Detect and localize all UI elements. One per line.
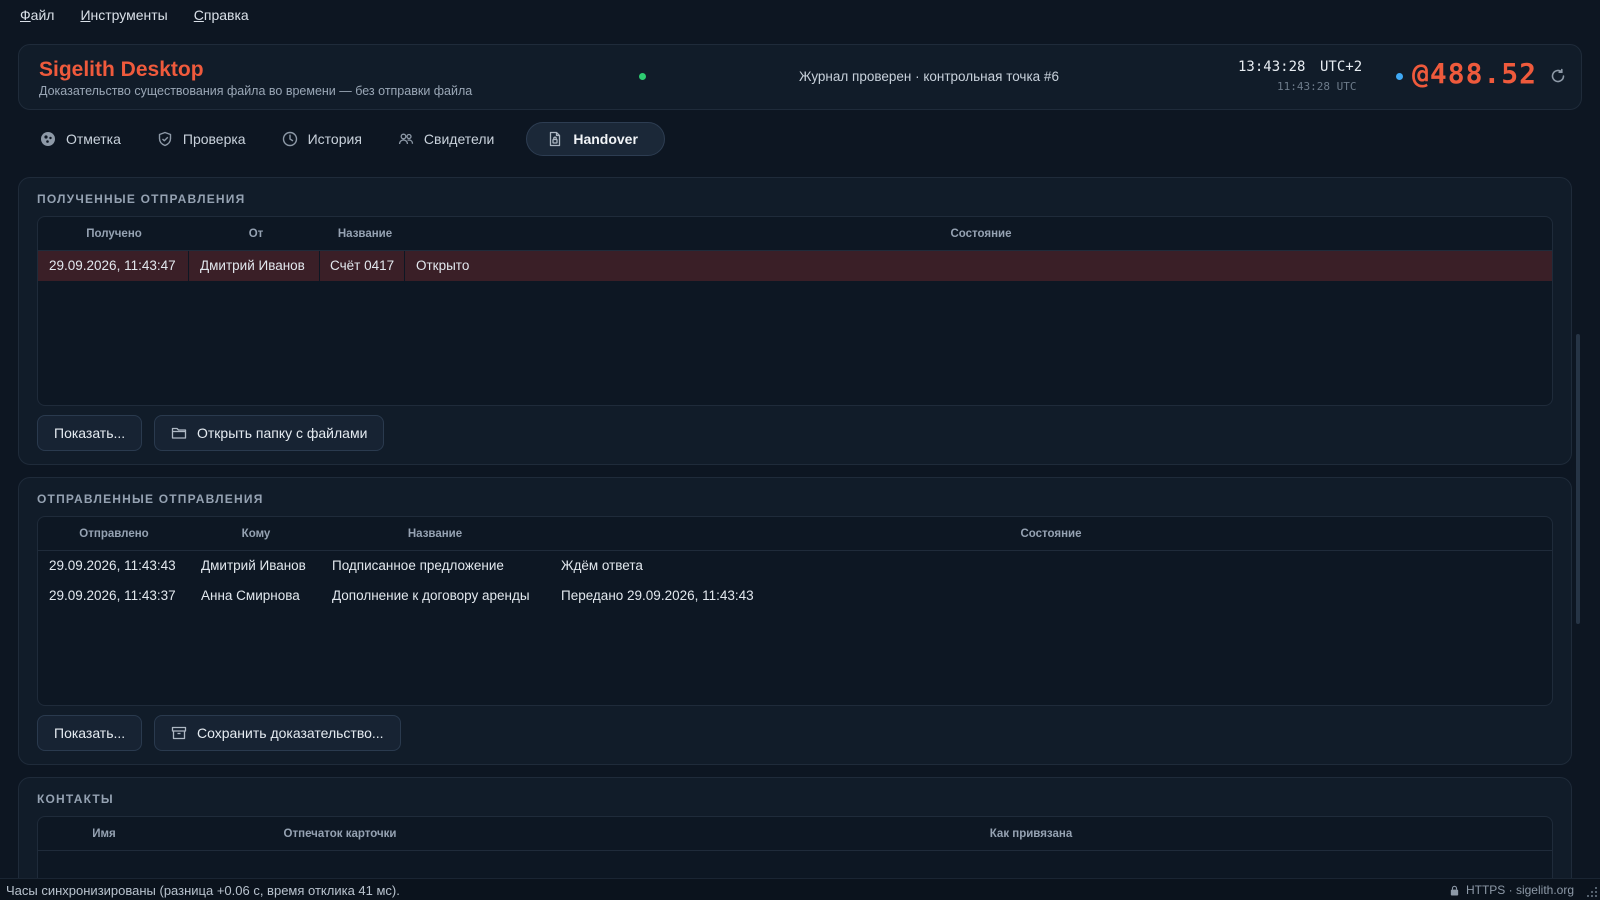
tab-verify[interactable]: Проверка — [153, 122, 262, 156]
cell-state: Открыто — [416, 258, 470, 273]
contacts-table-header: Имя Отпечаток карточки Как привязана — [38, 817, 1552, 851]
column-header[interactable]: Состояние — [1020, 528, 1081, 540]
table-row[interactable]: 29.09.2026, 11:43:43 Дмитрий Иванов Подп… — [38, 551, 1552, 581]
menu-bar: Файл Инструменты Справка — [0, 0, 1600, 30]
cell-received: 29.09.2026, 11:43:47 — [49, 258, 176, 273]
shield-check-icon — [158, 131, 172, 147]
refresh-icon[interactable] — [1549, 67, 1567, 85]
received-table: Получено От Название Состояние 29.09.202… — [37, 216, 1553, 406]
column-header[interactable]: От — [249, 228, 264, 240]
menu-file[interactable]: Файл — [20, 7, 54, 23]
cell-to: Анна Смирнова — [201, 588, 300, 603]
column-header[interactable]: Получено — [86, 228, 142, 240]
column-header[interactable]: Отправлено — [79, 528, 148, 540]
received-show-button[interactable]: Показать... — [37, 415, 143, 451]
app-header: Sigelith Desktop Доказательство существо… — [18, 44, 1582, 110]
tab-stamp[interactable]: Отметка — [36, 122, 137, 156]
people-icon — [398, 133, 414, 145]
cell-state: Передано 29.09.2026, 11:43:43 — [561, 588, 754, 603]
table-row[interactable]: 29.09.2026, 11:43:47 Дмитрий Иванов Счёт… — [38, 251, 1552, 281]
menu-tools[interactable]: Инструменты — [80, 7, 167, 23]
checkpoint-counter: @488.52 — [1412, 57, 1538, 90]
cell-sent: 29.09.2026, 11:43:37 — [49, 588, 176, 603]
received-table-header: Получено От Название Состояние — [38, 217, 1552, 251]
folder-icon — [171, 427, 187, 439]
table-row[interactable]: 29.09.2026, 11:43:37 Анна Смирнова Допол… — [38, 581, 1552, 611]
clock-sync-status: Часы синхронизированы (разница +0.06 с, … — [6, 883, 400, 898]
column-header[interactable]: Кому — [242, 528, 271, 540]
online-status-dot — [639, 73, 646, 80]
clock-icon — [282, 131, 297, 147]
cell-name: Счёт 0417 — [330, 258, 395, 273]
tab-handover[interactable]: Handover — [526, 122, 665, 156]
tab-history[interactable]: История — [278, 122, 378, 156]
cell-from: Дмитрий Иванов — [200, 258, 305, 273]
app-title: Sigelith Desktop — [39, 58, 204, 81]
open-folder-button[interactable]: Открыть папку с файлами — [154, 415, 385, 451]
sent-title: ОТПРАВЛЕННЫЕ ОТПРАВЛЕНИЯ — [37, 492, 264, 506]
app-subtitle: Доказательство существования файла во вр… — [39, 84, 473, 98]
journal-status: Журнал проверен · контрольная точка #6 — [799, 69, 1059, 84]
sent-table: Отправлено Кому Название Состояние 29.09… — [37, 516, 1553, 706]
tab-witnesses[interactable]: Свидетели — [394, 122, 510, 156]
contacts-title: КОНТАКТЫ — [37, 792, 114, 806]
status-bar: Часы синхронизированы (разница +0.06 с, … — [0, 878, 1600, 900]
received-panel: ПОЛУЧЕННЫЕ ОТПРАВЛЕНИЯ Получено От Назва… — [18, 177, 1572, 465]
save-proof-button[interactable]: Сохранить доказательство... — [154, 715, 401, 751]
timezone: UTC+2 — [1320, 59, 1363, 75]
local-time: 13:43:28 — [1238, 59, 1306, 75]
sync-status-dot — [1396, 73, 1403, 80]
resize-grip-icon[interactable] — [1587, 887, 1597, 897]
cell-sent: 29.09.2026, 11:43:43 — [49, 558, 176, 573]
connection-info: HTTPS · sigelith.org — [1449, 883, 1574, 897]
cell-to: Дмитрий Иванов — [201, 558, 306, 573]
menu-help[interactable]: Справка — [194, 7, 249, 23]
utc-time: 11:43:28 UTC — [1277, 80, 1357, 93]
sent-panel: ОТПРАВЛЕННЫЕ ОТПРАВЛЕНИЯ Отправлено Кому… — [18, 477, 1572, 765]
stamp-icon — [41, 132, 55, 146]
received-title: ПОЛУЧЕННЫЕ ОТПРАВЛЕНИЯ — [37, 192, 246, 206]
column-header[interactable]: Состояние — [950, 228, 1011, 240]
document-lock-icon — [550, 131, 561, 147]
tab-bar: Отметка Проверка История Свидетели Hando… — [36, 122, 681, 156]
cell-state: Ждём ответа — [561, 558, 643, 573]
sent-show-button[interactable]: Показать... — [37, 715, 143, 751]
sent-table-header: Отправлено Кому Название Состояние — [38, 517, 1552, 551]
column-header[interactable]: Отпечаток карточки — [284, 828, 397, 840]
lock-icon — [1450, 885, 1459, 896]
column-header[interactable]: Имя — [92, 828, 115, 840]
main-scrollbar[interactable] — [1576, 334, 1580, 624]
cell-name: Подписанное предложение — [332, 558, 504, 573]
column-header[interactable]: Название — [408, 528, 462, 540]
column-header[interactable]: Как привязана — [990, 828, 1072, 840]
archive-icon — [171, 726, 187, 740]
cell-name: Дополнение к договору аренды — [332, 588, 530, 603]
column-header[interactable]: Название — [338, 228, 392, 240]
